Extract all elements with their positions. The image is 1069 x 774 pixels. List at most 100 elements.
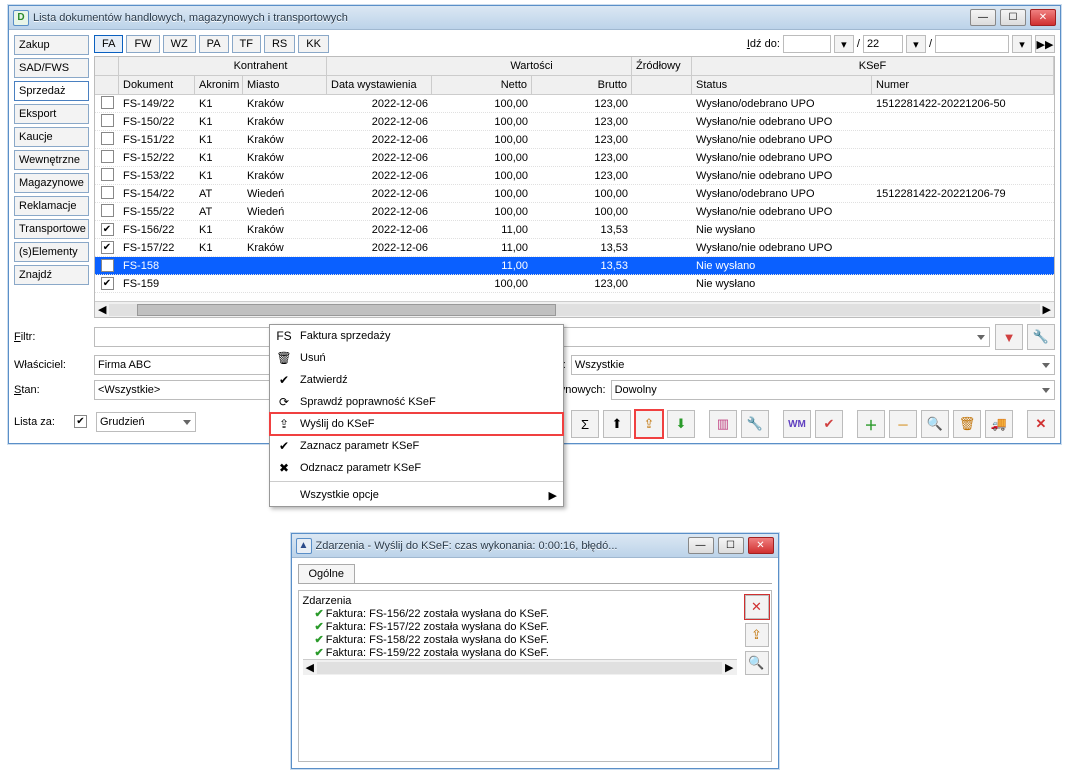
events-close-button[interactable]: ✕ [748,537,774,554]
ctx-wyślij-do-ksef[interactable]: ⇪Wyślij do KSeF [270,413,563,435]
tab-kk[interactable]: KK [298,35,329,53]
leftnav-sprzedaż[interactable]: Sprzedaż [14,81,89,101]
ctx-usuń[interactable]: 🗑Usuń [270,347,563,369]
col-dokument[interactable]: Dokument [119,76,195,94]
table-row[interactable]: ✔FS-15811,0013,53Nie wysłano [95,257,1054,275]
tab-fa[interactable]: FA [94,35,123,53]
add-button[interactable]: ＋ [857,410,885,438]
row-checkbox[interactable] [101,186,114,199]
filter-run-button[interactable]: ▼ [995,324,1023,350]
ctx-faktura-sprzedaży[interactable]: FSFaktura sprzedaży [270,325,563,347]
col-data[interactable]: Data wystawienia [327,76,432,94]
go-value-input[interactable] [783,35,831,53]
combo-dropdown-icon[interactable]: ▾ [1012,35,1032,53]
maximize-button[interactable]: ☐ [1000,9,1026,26]
titlebar[interactable]: D Lista dokumentów handlowych, magazynow… [9,6,1060,30]
table-row[interactable]: ✔FS-157/22K1Kraków2022-12-0611,0013,53Wy… [95,239,1054,257]
row-checkbox[interactable] [101,150,114,163]
table-row[interactable]: FS-150/22K1Kraków2022-12-06100,00123,00W… [95,113,1054,131]
events-search-button[interactable]: 🔍 [745,651,769,675]
events-minimize-button[interactable]: — [688,537,714,554]
ev-scroll-left-icon[interactable]: ◀ [306,661,314,674]
row-checkbox[interactable]: ✔ [101,259,114,272]
listaza-label[interactable]: Lista za: [14,416,69,428]
wm-button[interactable]: WM [783,410,811,438]
row-checkbox[interactable] [101,114,114,127]
tab-rs[interactable]: RS [264,35,295,53]
col-numer[interactable]: Numer [872,76,1054,94]
leftnav-transportowe[interactable]: Transportowe [14,219,89,239]
close-button[interactable]: ✕ [1030,9,1056,26]
row-checkbox[interactable]: ✔ [101,223,114,236]
scroll-left-icon[interactable]: ◀ [98,303,106,316]
ctx-zaznacz-parametr-ksef[interactable]: ✔Zaznacz parametr KSeF [270,435,563,457]
go-series-combo[interactable] [935,35,1009,53]
leftnav-kaucje[interactable]: Kaucje [14,127,89,147]
tab-wz[interactable]: WZ [163,35,196,53]
documents-grid[interactable]: Kontrahent Wartości Źródłowy KSeF Dokume… [94,56,1055,318]
minimize-button[interactable]: — [970,9,996,26]
ctx-sprawdź-poprawność-ksef[interactable]: ⟳Sprawdź poprawność KSeF [270,391,563,413]
spin2-icon[interactable]: ▾ [906,35,926,53]
wlasciciel-label[interactable]: Właściciel: [14,359,89,371]
leftnav-(s)elementy[interactable]: (s)Elementy [14,242,89,262]
tools-button[interactable]: 🔧 [741,410,769,438]
export-button[interactable]: ⬆ [603,410,631,438]
col-status[interactable]: Status [692,76,872,94]
table-row[interactable]: FS-152/22K1Kraków2022-12-06100,00123,00W… [95,149,1054,167]
listaza-combo[interactable]: Grudzień [96,412,196,432]
col-miasto[interactable]: Miasto [243,76,327,94]
tab-pa[interactable]: PA [199,35,229,53]
tab-tf[interactable]: TF [232,35,261,53]
go-run-button[interactable]: ▶▶ [1035,35,1055,53]
leftnav-wewnętrzne[interactable]: Wewnętrzne [14,150,89,170]
row-checkbox[interactable] [101,168,114,181]
events-export-button[interactable]: ⇪ [745,623,769,647]
scroll-right-icon[interactable]: ▶ [1043,303,1051,316]
transport-button[interactable]: 🚚 [985,410,1013,438]
leftnav-magazynowe[interactable]: Magazynowe [14,173,89,193]
filter-edit-button[interactable]: 🔧 [1027,324,1055,350]
table-row[interactable]: ✔FS-156/22K1Kraków2022-12-0611,0013,53Ni… [95,221,1054,239]
listaza-checkbox[interactable]: ✔ [74,415,87,428]
ev-scroll-right-icon[interactable]: ▶ [725,661,733,674]
receive-ksef-button[interactable]: ⬇ [667,410,695,438]
table-row[interactable]: FS-151/22K1Kraków2022-12-06100,00123,00W… [95,131,1054,149]
spin-up-down-icon[interactable]: ▾ [834,35,854,53]
row-checkbox[interactable] [101,96,114,109]
row-checkbox[interactable] [101,132,114,145]
leftnav-reklamacje[interactable]: Reklamacje [14,196,89,216]
sum-button[interactable]: Σ [571,410,599,438]
leftnav-znajdź[interactable]: Znajdź [14,265,89,285]
table-row[interactable]: FS-153/22K1Kraków2022-12-06100,00123,00W… [95,167,1054,185]
events-close-panel-button[interactable]: ✕ [745,595,769,619]
context-menu[interactable]: FSFaktura sprzedaży🗑Usuń✔Zatwierdź⟳Spraw… [269,324,564,507]
ctx-odznacz-parametr-ksef[interactable]: ✖Odznacz parametr KSeF [270,457,563,479]
tab-ogolne[interactable]: Ogólne [298,564,355,583]
cancel-button[interactable]: ✕ [1027,410,1055,438]
send-ksef-button[interactable]: ⇪ [635,410,663,438]
go-page-input[interactable] [863,35,903,53]
columns-button[interactable]: ▥ [709,410,737,438]
col-netto[interactable]: Netto [432,76,532,94]
table-row[interactable]: FS-154/22ATWiedeń2022-12-06100,00100,00W… [95,185,1054,203]
menu-button[interactable]: ─ [889,410,917,438]
leftnav-zakup[interactable]: Zakup [14,35,89,55]
tab-fw[interactable]: FW [126,35,159,53]
row-checkbox[interactable]: ✔ [101,241,114,254]
row-checkbox[interactable] [101,204,114,217]
delete-button[interactable]: 🗑 [953,410,981,438]
ctx-wszystkie-opcje[interactable]: Wszystkie opcje▶ [270,484,563,506]
table-row[interactable]: ✔FS-159100,00123,00Nie wysłano [95,275,1054,293]
col-brutto[interactable]: Brutto [532,76,632,94]
preview-button[interactable]: 🔍 [921,410,949,438]
table-row[interactable]: FS-155/22ATWiedeń2022-12-06100,00100,00W… [95,203,1054,221]
leftnav-eksport[interactable]: Eksport [14,104,89,124]
check-button[interactable]: ✔ [815,410,843,438]
stanmag-combo[interactable]: Dowolny [611,380,1055,400]
leftnav-sad/fws[interactable]: SAD/FWS [14,58,89,78]
table-row[interactable]: FS-149/22K1Kraków2022-12-06100,00123,00W… [95,95,1054,113]
statusksef-combo[interactable]: Wszystkie [571,355,1055,375]
grid-hscrollbar[interactable]: ◀ ▶ [95,301,1054,317]
events-maximize-button[interactable]: ☐ [718,537,744,554]
